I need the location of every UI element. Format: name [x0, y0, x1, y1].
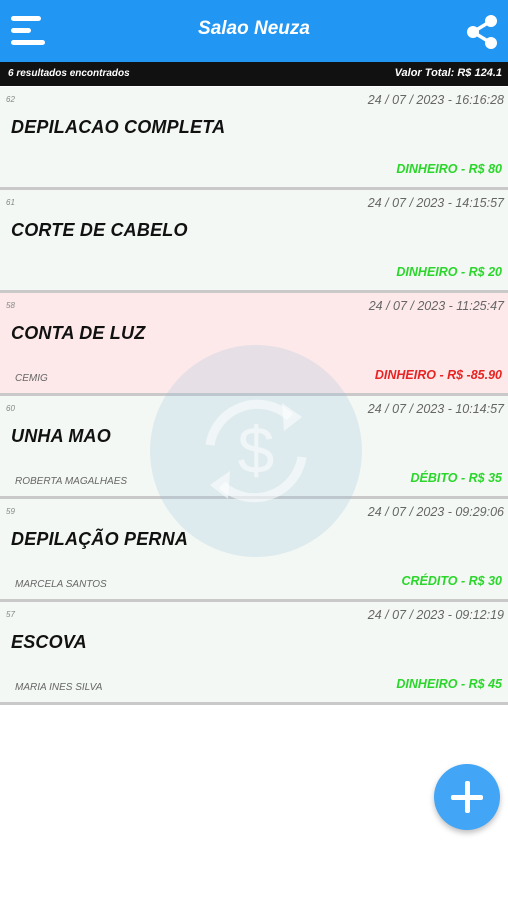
transaction-datetime: 24 / 07 / 2023 - 11:25:47 — [368, 299, 504, 313]
transaction-datetime: 24 / 07 / 2023 - 14:15:57 — [367, 196, 504, 210]
transaction-id: 60 — [6, 404, 15, 413]
transaction-id: 61 — [6, 198, 15, 207]
transaction-item[interactable]: 57 24 / 07 / 2023 - 09:12:19 ESCOVA MARIA I… — [0, 602, 508, 705]
results-count: 6 resultados encontrados — [8, 68, 130, 79]
transaction-id: 57 — [6, 610, 15, 619]
transaction-name: UNHA MAO — [11, 426, 111, 446]
transaction-name: ESCOVA — [11, 632, 87, 652]
plus-icon — [451, 781, 483, 813]
transaction-item[interactable]: 62 24 / 07 / 2023 - 16:16:28 DEPILACAO COM… — [0, 87, 508, 190]
transaction-amount: DÉBITO - R$ 35 — [410, 471, 502, 485]
transaction-datetime: 24 / 07 / 2023 - 09:12:19 — [367, 608, 504, 622]
transaction-id: 59 — [6, 507, 15, 516]
transaction-item[interactable]: 58 24 / 07 / 2023 - 11:25:47 CONTA DE LUZ C… — [0, 293, 508, 396]
transaction-name: DEPILACAO COMPLETA — [11, 117, 226, 137]
summary-bar: 6 resultados encontrados Valor Total: R$… — [0, 62, 508, 86]
transaction-id: 58 — [6, 301, 15, 310]
transaction-amount: DINHEIRO - R$ -85.90 — [374, 368, 502, 382]
transaction-amount: CRÉDITO - R$ 30 — [401, 574, 503, 588]
app-bar: Salao Neuza — [0, 0, 508, 62]
transaction-item[interactable]: 60 24 / 07 / 2023 - 10:14:57 UNHA MAO ROBER… — [0, 396, 508, 499]
transaction-item[interactable]: 61 24 / 07 / 2023 - 14:15:57 CORTE DE CABE… — [0, 190, 508, 293]
transaction-client: MARIA INES SILVA — [15, 682, 103, 693]
transaction-item[interactable]: 59 24 / 07 / 2023 - 09:29:06 DEPILAÇÃO PER… — [0, 499, 508, 602]
transaction-amount: DINHEIRO - R$ 45 — [396, 677, 502, 691]
transaction-client: CEMIG — [15, 373, 48, 384]
transaction-datetime: 24 / 07 / 2023 - 09:29:06 — [367, 505, 504, 519]
transaction-amount: DINHEIRO - R$ 20 — [396, 265, 502, 279]
share-icon[interactable] — [464, 14, 500, 50]
transaction-name: CONTA DE LUZ — [11, 323, 146, 343]
transaction-datetime: 24 / 07 / 2023 - 16:16:28 — [367, 93, 504, 107]
add-button[interactable] — [434, 764, 500, 830]
transaction-client: ROBERTA MAGALHAES — [15, 476, 128, 487]
total-value: Valor Total: R$ 124.1 — [394, 67, 502, 79]
transaction-name: DEPILAÇÃO PERNA — [11, 529, 189, 549]
transaction-client: MARCELA SANTOS — [15, 579, 107, 590]
transactions-list: 62 24 / 07 / 2023 - 16:16:28 DEPILACAO COM… — [0, 87, 508, 705]
transaction-amount: DINHEIRO - R$ 80 — [396, 162, 502, 176]
transaction-id: 62 — [6, 95, 15, 104]
transaction-name: CORTE DE CABELO — [11, 220, 188, 240]
app-title: Salao Neuza — [198, 18, 310, 39]
transaction-datetime: 24 / 07 / 2023 - 10:14:57 — [367, 402, 504, 416]
